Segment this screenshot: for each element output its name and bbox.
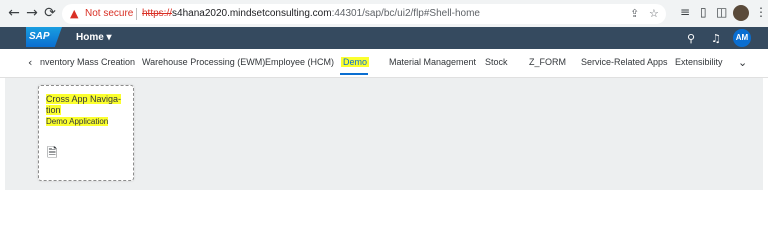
tab-service-related-apps[interactable]: Service-Related Apps [581,57,668,67]
app-tile[interactable]: Cross App Naviga- tion Demo Application … [38,85,134,181]
profile-icon[interactable] [733,5,749,21]
share-icon[interactable]: ⇪ [630,7,639,20]
tab-stock[interactable]: Stock [485,57,508,67]
scroll-left-icon[interactable]: ‹ [28,56,32,69]
divider [136,8,137,20]
tab-z-form[interactable]: Z_FORM [529,57,566,67]
star-icon[interactable]: ☆ [649,7,659,20]
sap-logo[interactable]: SAP [26,27,62,47]
url-path: :44301/sap/bc/ui2/flp#Shell-home [331,8,480,19]
bell-icon[interactable]: ♫ [711,32,721,45]
chevron-down-icon[interactable]: ⌄ [738,56,747,69]
shell-bar: SAP Home ▾ ⚲ ♫ AM [0,27,768,49]
document-add-icon: 🗎 [47,146,58,161]
tab-demo[interactable]: Demo [341,57,370,67]
logo-text: SAP [29,31,50,42]
sidebar-icon[interactable]: ▯ [700,5,707,19]
address-bar[interactable]: ▲ Not secure https://s4hana2020.mindsetc… [62,4,666,24]
tile-title: Cross App Naviga- tion [46,94,122,115]
tab-inventory-mass-creation[interactable]: nventory Mass Creation [40,57,135,67]
menu-icon[interactable]: ⋮ [755,5,767,19]
home-menu-button[interactable]: Home ▾ [76,32,112,43]
reading-list-icon[interactable]: ≡ [680,5,690,19]
reload-icon[interactable]: ⟳ [42,5,58,21]
active-tab-indicator [340,73,368,75]
tab-employee[interactable]: Employee (HCM) [265,57,334,67]
browser-toolbar: ← → ⟳ ▲ Not secure https://s4hana2020.mi… [0,0,768,27]
url-scheme: https:// [142,8,173,19]
warning-icon[interactable]: ▲ [70,7,78,20]
url-text[interactable]: https://s4hana2020.mindsetconsulting.com… [142,8,480,19]
not-secure-label[interactable]: Not secure [85,8,133,19]
back-icon[interactable]: ← [6,5,22,21]
tab-extensibility[interactable]: Extensibility [675,57,723,67]
extensions-icon[interactable]: ◫ [716,5,727,19]
tile-subtitle: Demo Application [46,117,109,126]
search-icon[interactable]: ⚲ [687,32,695,45]
url-host: s4hana2020.mindsetconsulting.com [172,8,332,19]
tab-warehouse-processing[interactable]: Warehouse Processing (EWM) [142,57,265,67]
tab-material-management[interactable]: Material Management [389,57,476,67]
forward-icon[interactable]: → [24,5,40,21]
avatar[interactable]: AM [733,29,751,47]
tile-container: Cross App Naviga- tion Demo Application … [5,78,763,190]
group-tabs: ‹ nventory Mass Creation Warehouse Proce… [0,49,768,78]
